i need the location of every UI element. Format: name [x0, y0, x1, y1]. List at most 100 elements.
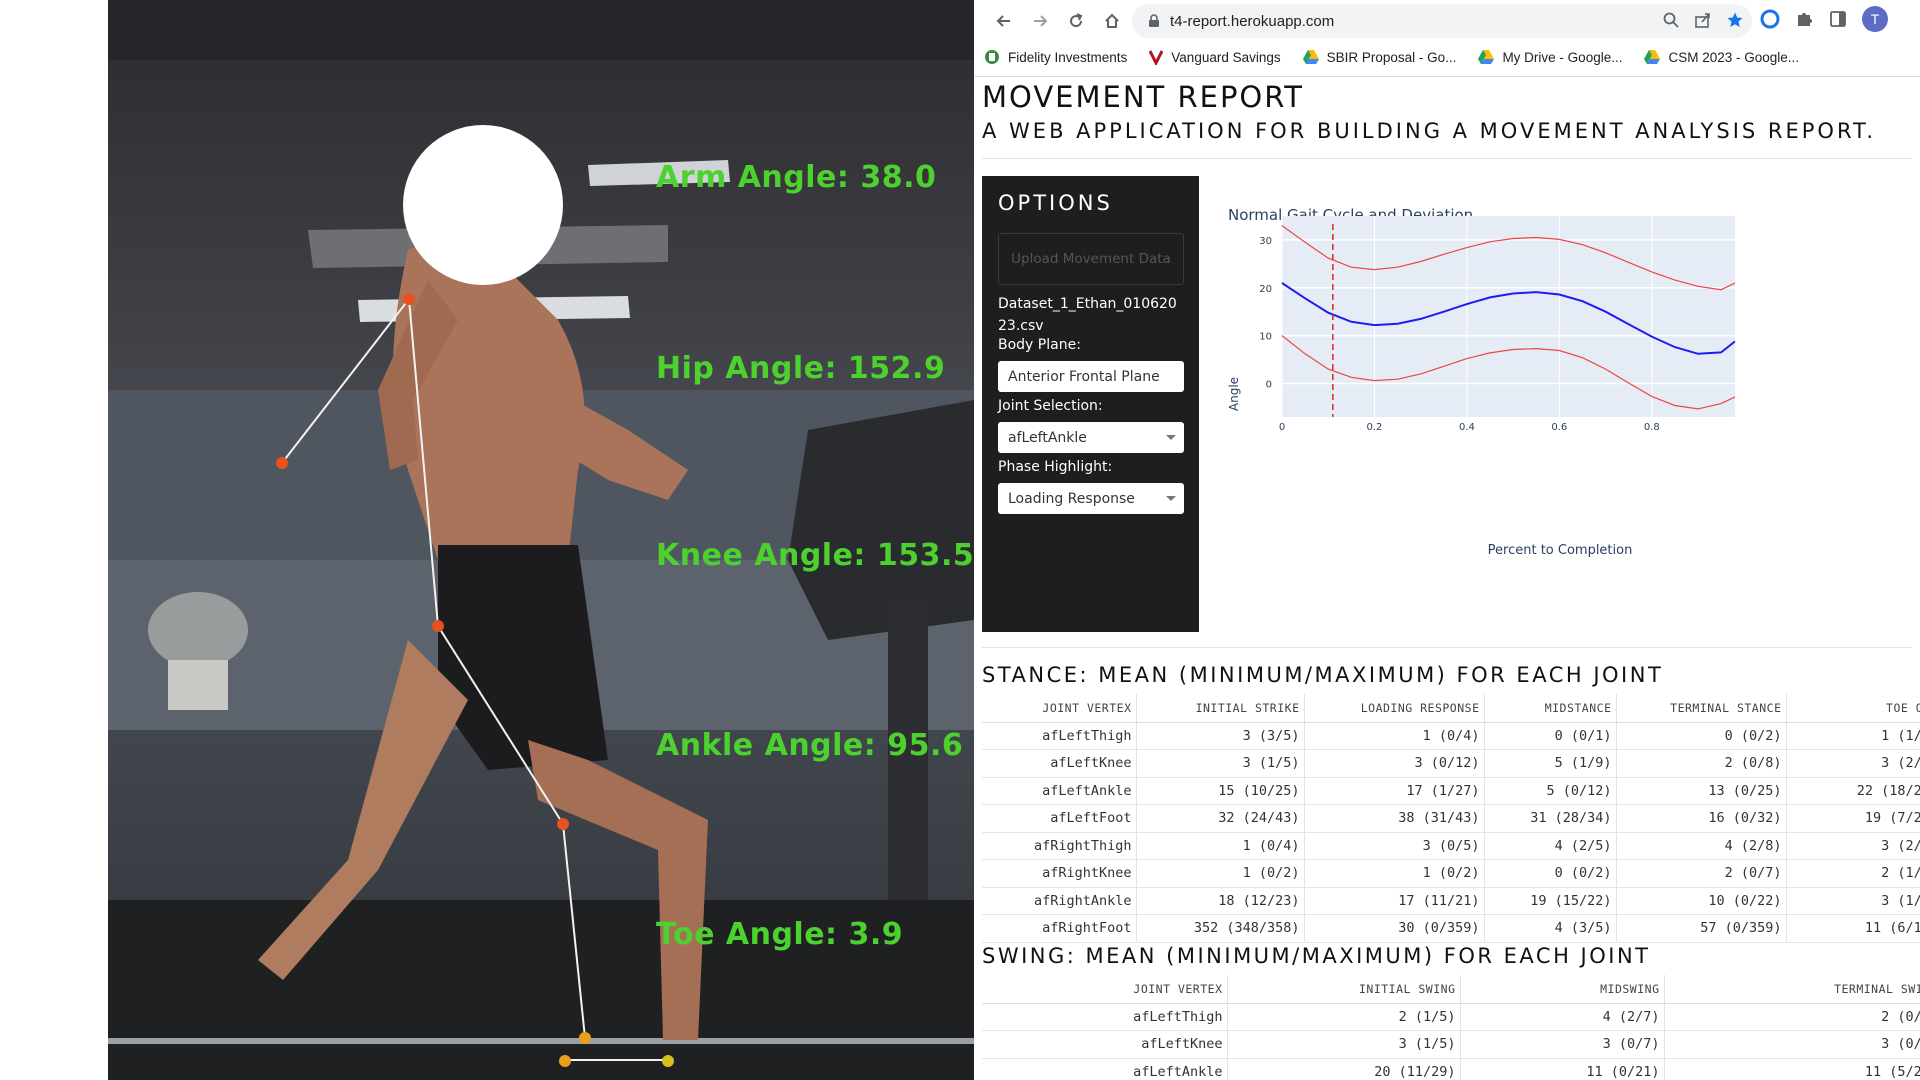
bookmark-my-drive[interactable]: My Drive - Google... [1478, 50, 1622, 65]
table-cell: 4 (2/8) [1616, 832, 1787, 860]
ankle-angle-label: Ankle Angle: 95.6 [656, 728, 964, 763]
extension-circle-icon[interactable] [1760, 9, 1780, 29]
forward-button[interactable] [1022, 3, 1058, 39]
bookmark-fidelity[interactable]: Fidelity Investments [984, 49, 1127, 65]
table-cell: 30 (0/359) [1304, 914, 1485, 943]
joint-name-cell: afRightAnkle [982, 887, 1137, 915]
arm-angle-label: Arm Angle: 38.0 [656, 160, 937, 195]
table-row: afLeftKnee 3 (1/5) 3 (0/12) 5 (1/9) 2 (0/8) 3… [982, 749, 1920, 778]
home-button[interactable] [1094, 3, 1130, 39]
column-header: JOINT VERTEX [982, 694, 1137, 723]
phase-highlight-dropdown[interactable]: Loading Response [998, 483, 1184, 514]
home-icon [1105, 13, 1119, 28]
table-cell: 2 (0/8) [1616, 749, 1787, 778]
bookmark-label: SBIR Proposal - Go... [1326, 49, 1457, 65]
y-tick-label: 20 [1259, 284, 1272, 295]
swing-table-body: afLeftThigh2 (1/5)4 (2/7)2 (0/6)afLeftKn… [982, 1003, 1920, 1080]
bookmark-label: My Drive - Google... [1502, 49, 1623, 65]
profile-avatar[interactable]: T [1862, 6, 1888, 32]
column-header: TOE OFF [1786, 694, 1920, 723]
upload-button[interactable]: Upload Movement Data [998, 233, 1184, 285]
table-cell: 3 (1/5) [1227, 1030, 1461, 1059]
side-panel-icon[interactable] [1828, 9, 1848, 29]
bookmark-label: CSM 2023 - Google... [1668, 49, 1800, 65]
google-drive-icon [1644, 50, 1661, 64]
y-tick-label: 10 [1259, 332, 1272, 343]
table-cell: 31 (28/34) [1484, 804, 1617, 833]
table-cell: 32 (24/43) [1136, 804, 1305, 833]
table-row: afLeftKnee3 (1/5)3 (0/7)3 (0/5) [982, 1030, 1920, 1059]
table-cell: 19 (15/22) [1484, 887, 1617, 915]
mannequin [148, 592, 248, 668]
share-icon[interactable] [1694, 11, 1712, 29]
body-plane-label: Body Plane: [998, 337, 1081, 353]
table-cell: 1 (0/4) [1304, 722, 1485, 750]
bookmark-sbir[interactable]: SBIR Proposal - Go... [1302, 49, 1457, 65]
table-cell: 3 (2/4) [1786, 832, 1920, 860]
swing-table: JOINT VERTEX INITIAL SWING MIDSWING TERM… [982, 975, 1920, 1080]
column-header: JOINT VERTEX [982, 975, 1228, 1004]
joint-selection-label: Joint Selection: [998, 398, 1103, 414]
table-cell: 13 (0/25) [1616, 777, 1787, 805]
bookmark-star-icon[interactable] [1726, 11, 1744, 29]
gait-chart: Normal Gait Cycle and Deviation Angle Pe… [1210, 176, 1910, 576]
puzzle-icon[interactable] [1794, 9, 1814, 29]
y-tick-label: 0 [1266, 380, 1272, 391]
table-cell: 11 (0/21) [1460, 1058, 1665, 1080]
screen: Arm Angle: 38.0 Hip Angle: 152.9 Knee An… [0, 0, 1920, 1080]
phase-highlight-value: Loading Response [1008, 490, 1135, 507]
table-cell: 57 (0/359) [1616, 914, 1787, 943]
face-mask [403, 125, 563, 285]
back-button[interactable] [986, 3, 1022, 39]
x-tick-label: 0.4 [1459, 422, 1475, 433]
table-cell: 22 (18/26) [1786, 777, 1920, 805]
column-header: LOADING RESPONSE [1304, 694, 1485, 723]
table-cell: 1 (0/4) [1136, 832, 1305, 860]
bookmark-vanguard[interactable]: Vanguard Savings [1149, 49, 1281, 65]
table-header-row: JOINT VERTEX INITIAL SWING MIDSWING TERM… [982, 975, 1920, 1004]
table-cell: 3 (0/5) [1664, 1030, 1920, 1059]
joint-selection-dropdown[interactable]: afLeftAnkle [998, 422, 1184, 453]
extensions-bar: T [1760, 6, 1888, 32]
table-row: afLeftAnkle20 (11/29)11 (0/21)11 (5/21) [982, 1058, 1920, 1080]
joint-name-cell: afLeftAnkle [982, 1058, 1228, 1080]
table-cell: 3 (2/5) [1786, 749, 1920, 778]
knee-angle-label: Knee Angle: 153.5 [656, 538, 974, 573]
toe-joint [662, 1055, 674, 1067]
browser-window: t4-report.herokuapp.com T Fidelity Inves… [974, 0, 1920, 1080]
bookmark-label: Fidelity Investments [1008, 49, 1128, 65]
table-cell: 2 (1/5) [1227, 1003, 1461, 1031]
table-row: afLeftAnkle 15 (10/25) 17 (1/27) 5 (0/12) 13… [982, 777, 1920, 805]
table-cell: 17 (11/21) [1304, 887, 1485, 915]
joint-name-cell: afLeftKnee [982, 749, 1137, 778]
column-header: INITIAL STRIKE [1136, 694, 1305, 723]
column-header: TERMINAL SWING [1664, 975, 1920, 1004]
stance-table: JOINT VERTEX INITIAL STRIKE LOADING RESP… [982, 694, 1920, 943]
divider [982, 158, 1912, 159]
omnibox-actions [1662, 11, 1744, 29]
stance-table-body: afLeftThigh 3 (3/5) 1 (0/4) 0 (0/1) 0 (0/2) 1… [982, 722, 1920, 943]
table-cell: 1 (1/2) [1786, 722, 1920, 750]
page-title: MOVEMENT REPORT [982, 80, 1305, 114]
chevron-down-icon [1166, 496, 1176, 501]
zoom-icon[interactable] [1662, 11, 1680, 29]
x-tick-label: 0.8 [1644, 422, 1660, 433]
table-cell: 352 (348/358) [1136, 914, 1305, 943]
table-cell: 0 (0/1) [1484, 722, 1617, 750]
toe-angle-label: Toe Angle: 3.9 [656, 917, 904, 952]
table-cell: 16 (0/32) [1616, 804, 1787, 833]
table-row: afLeftFoot 32 (24/43) 38 (31/43) 31 (28/34)… [982, 804, 1920, 833]
table-cell: 1 (0/2) [1304, 859, 1485, 888]
bookmark-csm[interactable]: CSM 2023 - Google... [1644, 50, 1799, 65]
reload-button[interactable] [1058, 3, 1094, 39]
table-cell: 3 (3/5) [1136, 722, 1305, 750]
y-tick-label: 30 [1259, 236, 1272, 247]
plot-background [1282, 216, 1735, 417]
lock-icon [1149, 14, 1159, 27]
table-cell: 18 (12/23) [1136, 887, 1305, 915]
table-row: afLeftThigh2 (1/5)4 (2/7)2 (0/6) [982, 1003, 1920, 1031]
body-plane-field[interactable]: Anterior Frontal Plane [998, 361, 1184, 392]
address-bar[interactable]: t4-report.herokuapp.com [1132, 4, 1752, 38]
table-cell: 10 (0/22) [1616, 887, 1787, 915]
column-header: MIDSTANCE [1484, 694, 1617, 723]
